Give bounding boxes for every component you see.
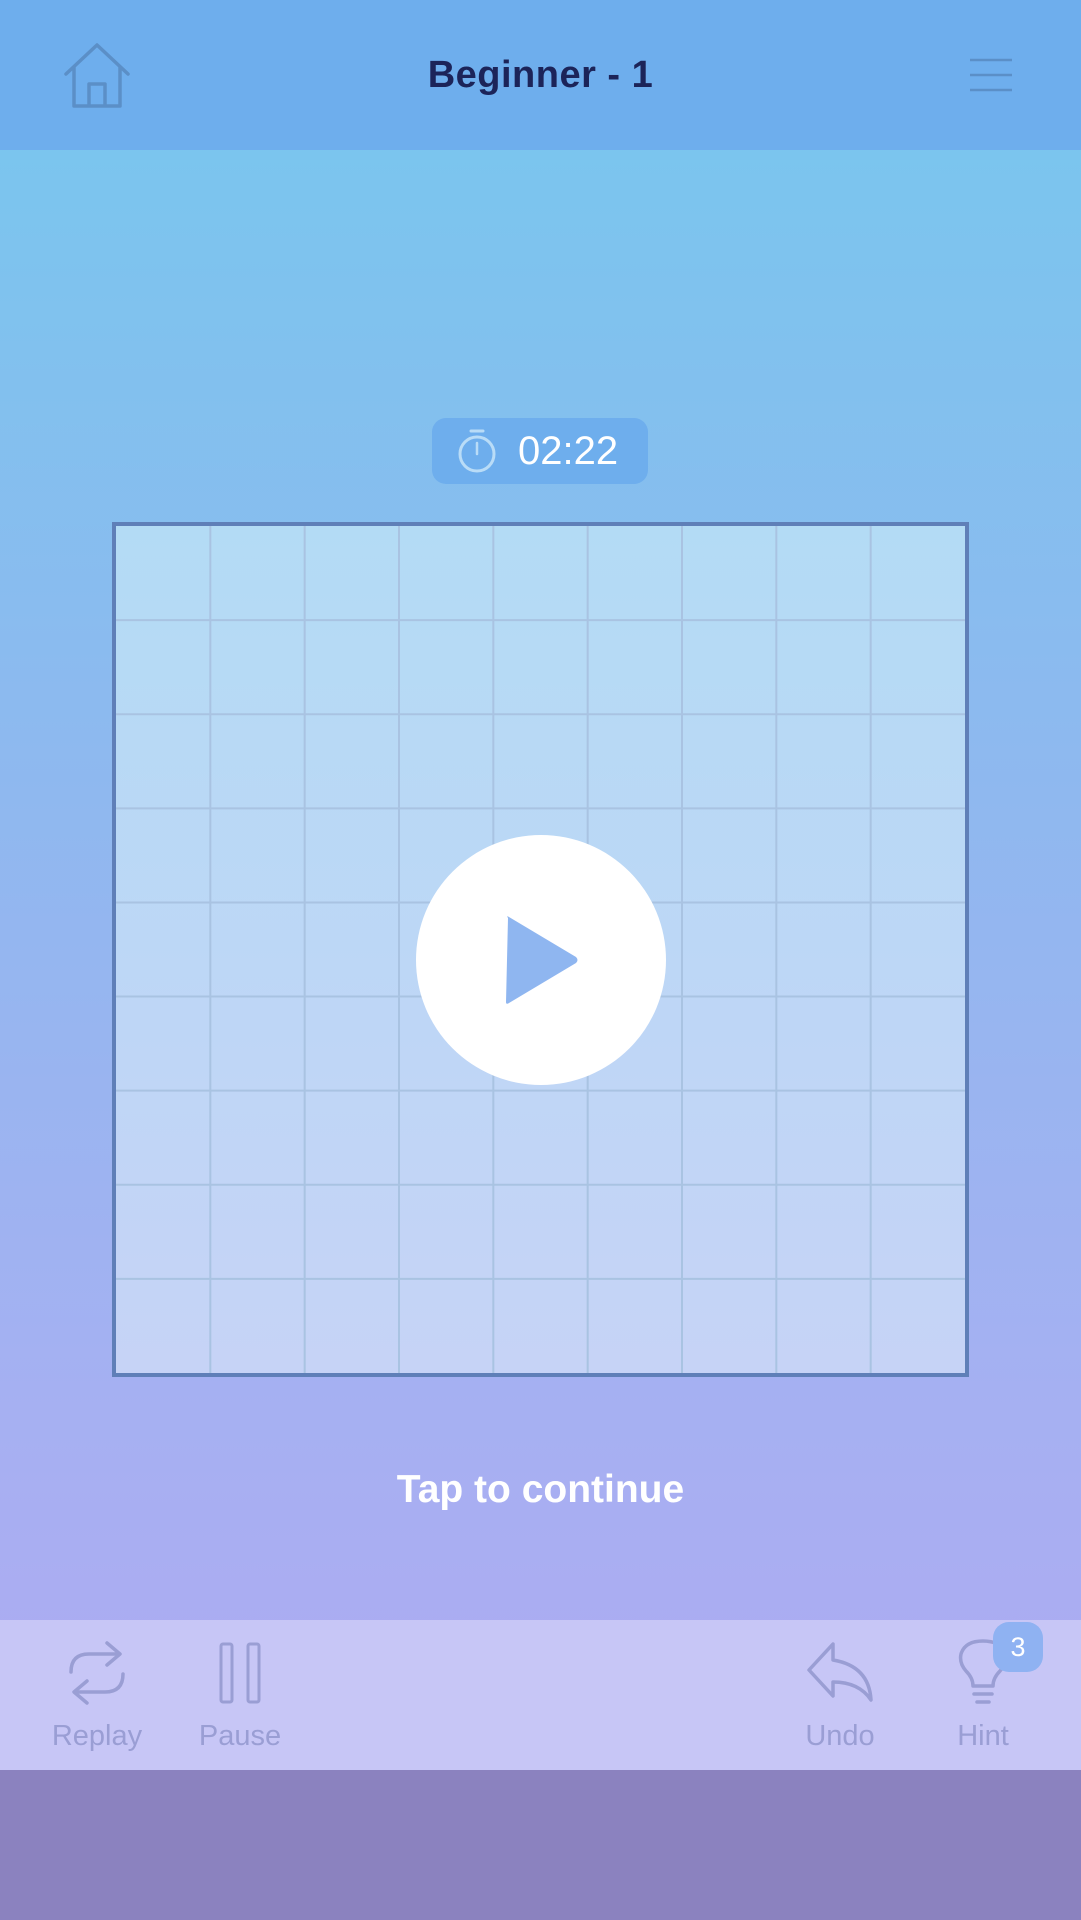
game-screen: Beginner - 1 02:22 Tap to continue Repla… bbox=[0, 0, 1081, 1770]
replay-button[interactable]: Replay bbox=[27, 1620, 167, 1770]
hint-label: Hint bbox=[957, 1720, 1009, 1752]
undo-button[interactable]: Undo bbox=[770, 1620, 910, 1770]
pause-button[interactable]: Pause bbox=[170, 1620, 310, 1770]
top-bar: Beginner - 1 bbox=[0, 0, 1081, 150]
hint-count-badge: 3 bbox=[993, 1622, 1043, 1672]
home-icon bbox=[64, 43, 130, 108]
menu-button[interactable] bbox=[949, 45, 1033, 105]
hamburger-menu-icon bbox=[970, 58, 1012, 92]
bottom-empty-area bbox=[0, 1770, 1081, 1920]
replay-icon bbox=[69, 1641, 125, 1705]
replay-label: Replay bbox=[51, 1720, 143, 1752]
timer-badge: 02:22 bbox=[432, 418, 648, 484]
timer-value: 02:22 bbox=[518, 428, 619, 473]
undo-icon bbox=[807, 1642, 873, 1702]
home-button[interactable] bbox=[55, 35, 139, 115]
stopwatch-icon bbox=[458, 429, 496, 473]
play-icon bbox=[506, 916, 578, 1004]
page-title: Beginner - 1 bbox=[427, 53, 654, 96]
tap-to-continue-text[interactable]: Tap to continue bbox=[0, 1468, 1081, 1512]
pause-label: Pause bbox=[198, 1720, 282, 1752]
pause-icon bbox=[219, 1642, 261, 1704]
bottom-toolbar: Replay Pause Undo Hint bbox=[0, 1620, 1081, 1770]
play-button[interactable] bbox=[416, 835, 666, 1085]
undo-label: Undo bbox=[805, 1720, 875, 1752]
